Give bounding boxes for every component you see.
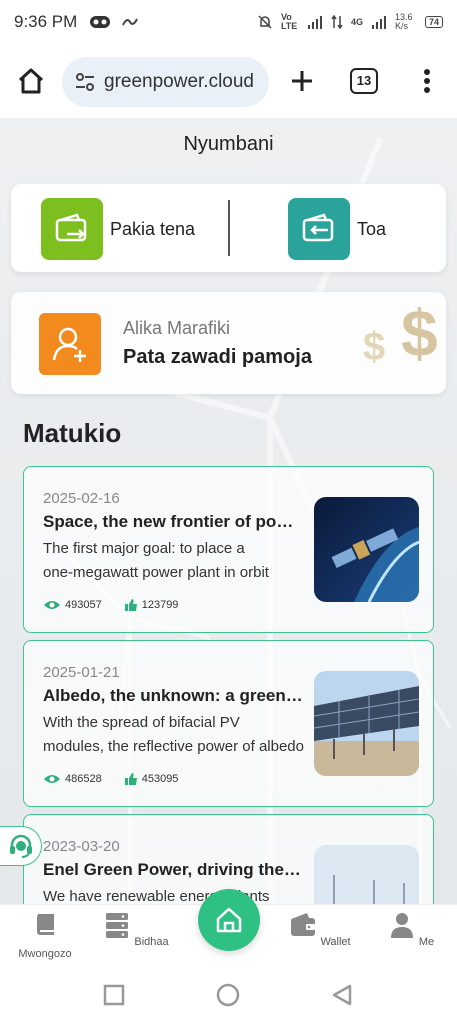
- home-circle-icon[interactable]: [216, 983, 240, 1007]
- nav-item-guide[interactable]: Mwongozo: [10, 911, 80, 960]
- server-icon: [106, 913, 129, 938]
- news-desc-line: With the spread of bifacial PV: [43, 714, 240, 731]
- customer-support-button[interactable]: [0, 826, 42, 866]
- status-time: 9:36 PM: [14, 12, 78, 31]
- address-bar[interactable]: greenpower.cloud: [62, 57, 269, 107]
- network-label: Vo LTE: [280, 12, 298, 31]
- nav-label: Mwongozo: [18, 948, 72, 960]
- speed-label: 13.6 K/s: [394, 12, 413, 31]
- news-desc-line: The first major goal: to place a: [43, 540, 245, 557]
- headset-icon: [9, 834, 32, 858]
- withdraw-label: Toa: [357, 218, 387, 239]
- news-thumbnail: [314, 497, 419, 602]
- news-date: 2023-03-20: [43, 838, 120, 855]
- browser-home-icon[interactable]: [14, 64, 48, 98]
- news-title: Albedo, the unknown: a green ally: [43, 686, 305, 705]
- nav-label: Bidhaa: [134, 936, 169, 948]
- nav-label: Me: [418, 936, 435, 948]
- add-user-icon: [39, 313, 101, 375]
- news-description: With the spread of bifacial PV modules, …: [43, 711, 305, 759]
- new-tab-icon[interactable]: [285, 64, 319, 98]
- book-icon: [37, 914, 54, 935]
- privacy-mask-icon: [90, 16, 111, 28]
- user-icon: [390, 913, 413, 938]
- nav-item-products[interactable]: Bidhaa: [101, 911, 171, 948]
- overflow-menu-icon[interactable]: [415, 64, 439, 98]
- battery-icon: 74: [424, 16, 443, 28]
- withdraw-wallet-icon: [288, 198, 350, 260]
- views-count: 486528: [65, 773, 102, 785]
- invite-friends-card[interactable]: Alika Marafiki Pata zawadi pamoja $ $: [11, 292, 446, 394]
- thumbs-up-icon: [124, 773, 137, 785]
- svg-text:$: $: [363, 325, 385, 368]
- news-desc-line: modules, the reflective power of albedo: [43, 738, 304, 755]
- signal2-icon: [371, 16, 386, 29]
- signal-icon: [307, 16, 322, 29]
- site-settings-icon[interactable]: [74, 72, 96, 92]
- likes-count: 453095: [141, 773, 179, 785]
- url-text: greenpower.cloud: [104, 71, 254, 92]
- views-count: 493057: [65, 599, 102, 611]
- thumbs-up-icon: [124, 599, 137, 611]
- dollar-sign-icon: $ $: [363, 298, 438, 368]
- news-thumbnail: [314, 845, 419, 904]
- news-description: We have renewable energy plants: [43, 885, 305, 904]
- news-date: 2025-02-16: [43, 490, 120, 507]
- nav-item-me[interactable]: Me: [376, 911, 446, 948]
- data-arrows-icon: [331, 15, 343, 29]
- news-card[interactable]: 2025-01-21 Albedo, the unknown: a green …: [23, 640, 434, 807]
- recharge-wallet-icon: [41, 198, 103, 260]
- recharge-button[interactable]: Pakia tena: [41, 198, 195, 260]
- news-stats: 493057 123799: [43, 598, 200, 612]
- actions-divider: [228, 200, 230, 256]
- quick-actions-card: Pakia tena Toa: [11, 184, 446, 272]
- news-description: The first major goal: to place a one-meg…: [43, 537, 305, 585]
- eye-icon: [44, 775, 60, 783]
- news-thumbnail: [314, 671, 419, 776]
- recharge-label: Pakia tena: [110, 218, 196, 239]
- nav-home-button[interactable]: [198, 889, 260, 951]
- mute-icon: [258, 15, 272, 29]
- nav-label: Wallet: [320, 936, 351, 948]
- news-title: Enel Green Power, driving the transition: [43, 860, 305, 879]
- page-title: Nyumbani: [183, 133, 274, 155]
- back-icon[interactable]: [330, 983, 354, 1007]
- news-card[interactable]: 2025-02-16 Space, the new frontier of po…: [23, 466, 434, 633]
- wallet-icon: [291, 913, 316, 936]
- invite-title: Pata zawadi pamoja: [123, 346, 312, 368]
- svg-text:$: $: [401, 298, 438, 368]
- page-content[interactable]: Nyumbani Pakia tena Toa Alika Marafiki P…: [0, 118, 457, 904]
- tab-switcher-button[interactable]: 13: [350, 68, 378, 94]
- link-icon: [122, 18, 139, 26]
- invite-subtitle: Alika Marafiki: [123, 318, 231, 338]
- browser-toolbar: greenpower.cloud 13: [0, 44, 457, 118]
- news-title: Space, the new frontier of power: [43, 512, 305, 531]
- system-navigation: [0, 966, 457, 1024]
- news-desc-line: one-megawatt power plant in orbit: [43, 564, 269, 581]
- eye-icon: [44, 601, 60, 609]
- bottom-navigation: Mwongozo Bidhaa Wallet Me: [0, 889, 457, 966]
- nav-item-wallet[interactable]: Wallet: [285, 911, 355, 948]
- status-bar: 9:36 PM Vo LTE 4G 13.6 K/s 74: [0, 0, 457, 44]
- news-stats: 486528 453095: [43, 772, 200, 786]
- net-type-label: 4G: [350, 17, 363, 27]
- news-section-title: Matukio: [23, 418, 122, 448]
- recents-icon[interactable]: [102, 983, 126, 1007]
- news-desc-line: We have renewable energy plants: [43, 888, 270, 904]
- home-icon: [216, 907, 242, 933]
- news-date: 2025-01-21: [43, 664, 120, 681]
- likes-count: 123799: [141, 599, 179, 611]
- withdraw-button[interactable]: Toa: [288, 198, 386, 260]
